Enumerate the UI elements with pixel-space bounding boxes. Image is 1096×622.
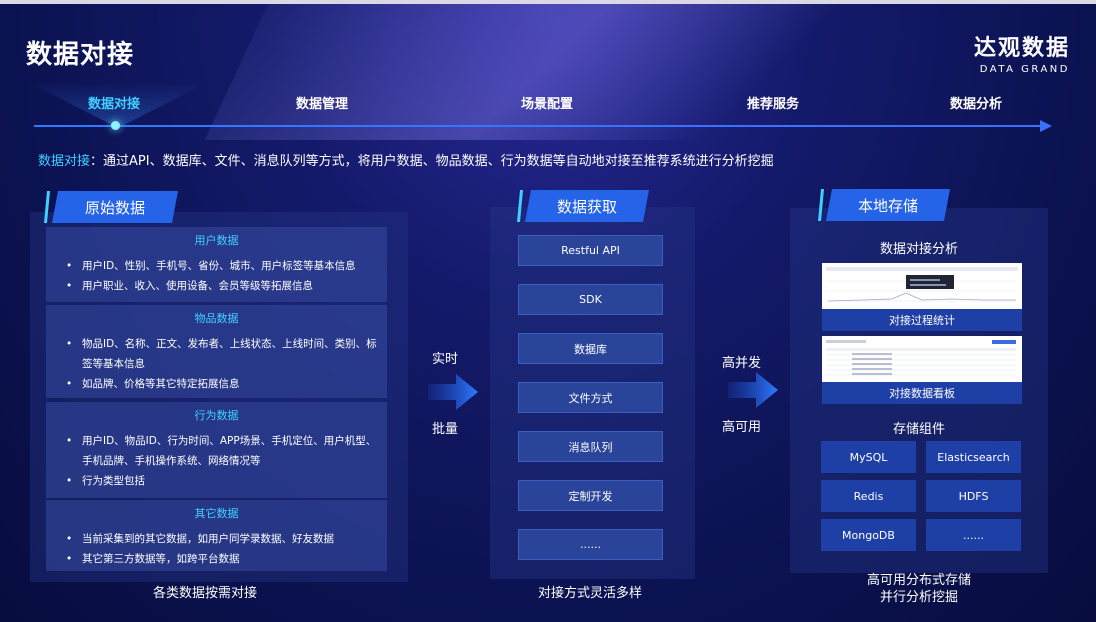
timeline-step-scene-config[interactable]: 场景配置 (521, 93, 573, 112)
logo-cn: 达观数据 (973, 36, 1070, 61)
data-dashboard-screenshot: 对接数据看板 (822, 336, 1022, 404)
method-custom-dev: 定制开发 (518, 480, 663, 511)
other-data-section: 其它数据 当前采集到的其它数据，如用户同学录数据、好友数据 其它第三方数据等，如… (46, 500, 387, 571)
stats-chart-thumbnail (826, 267, 1018, 302)
storage-elasticsearch: Elasticsearch (926, 441, 1021, 473)
process-stats-screenshot: 对接过程统计 (822, 263, 1022, 331)
method-more: ...... (518, 529, 663, 560)
list-item: 用户ID、性别、手机号、省份、城市、用户标签等基本信息 (66, 256, 387, 276)
top-edge (0, 0, 1096, 4)
timeline-arrow-icon (1040, 120, 1052, 132)
method-message-queue: 消息队列 (518, 431, 663, 462)
slide: 数据对接 达观数据 DATA GRAND 数据对接 数据管理 场景配置 推荐服务… (0, 0, 1096, 622)
section-title: 行为数据 (194, 409, 239, 422)
section-title: 用户数据 (194, 234, 239, 247)
process-stats-label: 对接过程统计 (822, 309, 1022, 331)
method-sdk: SDK (518, 284, 663, 315)
method-database: 数据库 (518, 333, 663, 364)
list-item: 用户职业、收入、使用设备、会员等级等拓展信息 (66, 276, 387, 296)
description-text: ：通过API、数据库、文件、消息队列等方式，将用户数据、物品数据、行为数据等自动… (90, 154, 774, 169)
behavior-data-section: 行为数据 用户ID、物品ID、行为时间、APP场景、手机定位、用户机型、手机品牌… (46, 402, 387, 498)
storage-mongodb: MongoDB (821, 519, 916, 551)
storage-hdfs: HDFS (926, 480, 1021, 512)
timeline-step-recommend-service[interactable]: 推荐服务 (747, 93, 799, 112)
arrow-label-high-concurrency: 高并发 (722, 356, 762, 371)
logo-en: DATA GRAND (979, 64, 1070, 75)
list-item: 物品ID、名称、正文、发布者、上线状态、上线时间、类别、标签等基本信息 (66, 334, 387, 374)
analysis-title: 数据对接分析 (879, 242, 958, 257)
page-title: 数据对接 (26, 40, 135, 70)
raw-data-caption: 各类数据按需对接 (152, 586, 257, 601)
list-item: 用户ID、物品ID、行为时间、APP场景、手机定位、用户机型、手机品牌、手机操作… (66, 431, 387, 471)
arrow-label-realtime: 实时 (432, 352, 459, 367)
right-arrow-icon (728, 372, 778, 408)
dashboard-table-thumbnail (826, 340, 1016, 376)
data-acquisition-tag: 数据获取 (525, 190, 649, 222)
timeline-current-dot (111, 121, 120, 130)
list-item: 其它第三方数据等，如跨平台数据 (66, 549, 387, 569)
local-storage-caption: 高可用分布式存储 并行分析挖掘 (790, 572, 1048, 606)
item-data-section: 物品数据 物品ID、名称、正文、发布者、上线状态、上线时间、类别、标签等基本信息… (46, 305, 387, 398)
background-glow (204, 0, 1096, 140)
storage-mysql: MySQL (821, 441, 916, 473)
list-item: 当前采集到的其它数据，如用户同学录数据、好友数据 (66, 529, 387, 549)
timeline-step-data-analysis[interactable]: 数据分析 (950, 93, 1002, 112)
data-dashboard-label: 对接数据看板 (822, 382, 1022, 404)
method-file: 文件方式 (518, 382, 663, 413)
storage-more: ...... (926, 519, 1021, 551)
method-restful-api: Restful API (518, 235, 663, 266)
arrow-label-batch: 批量 (432, 422, 459, 437)
description: 数据对接：通过API、数据库、文件、消息队列等方式，将用户数据、物品数据、行为数… (38, 150, 774, 169)
data-acquisition-caption: 对接方式灵活多样 (537, 586, 642, 601)
user-data-section: 用户数据 用户ID、性别、手机号、省份、城市、用户标签等基本信息 用户职业、收入… (46, 227, 387, 302)
list-item: 如品牌、价格等其它特定拓展信息 (66, 374, 387, 394)
caption-line-2: 并行分析挖掘 (879, 590, 958, 605)
arrow-label-high-availability: 高可用 (722, 420, 762, 435)
list-item: 行为类型包括 (66, 471, 387, 491)
section-title: 其它数据 (194, 507, 239, 520)
raw-data-tag: 原始数据 (52, 191, 178, 223)
storage-title: 存储组件 (892, 422, 945, 437)
right-arrow-icon (428, 374, 478, 410)
company-logo: 达观数据 DATA GRAND (974, 30, 1070, 75)
description-highlight: 数据对接 (38, 154, 91, 169)
timeline-step-data-management[interactable]: 数据管理 (296, 93, 348, 112)
timeline-step-data-docking[interactable]: 数据对接 (88, 93, 140, 112)
timeline-line (34, 125, 1044, 127)
storage-redis: Redis (821, 480, 916, 512)
caption-line-1: 高可用分布式存储 (866, 573, 971, 588)
section-title: 物品数据 (194, 312, 239, 325)
local-storage-tag: 本地存储 (826, 189, 950, 221)
